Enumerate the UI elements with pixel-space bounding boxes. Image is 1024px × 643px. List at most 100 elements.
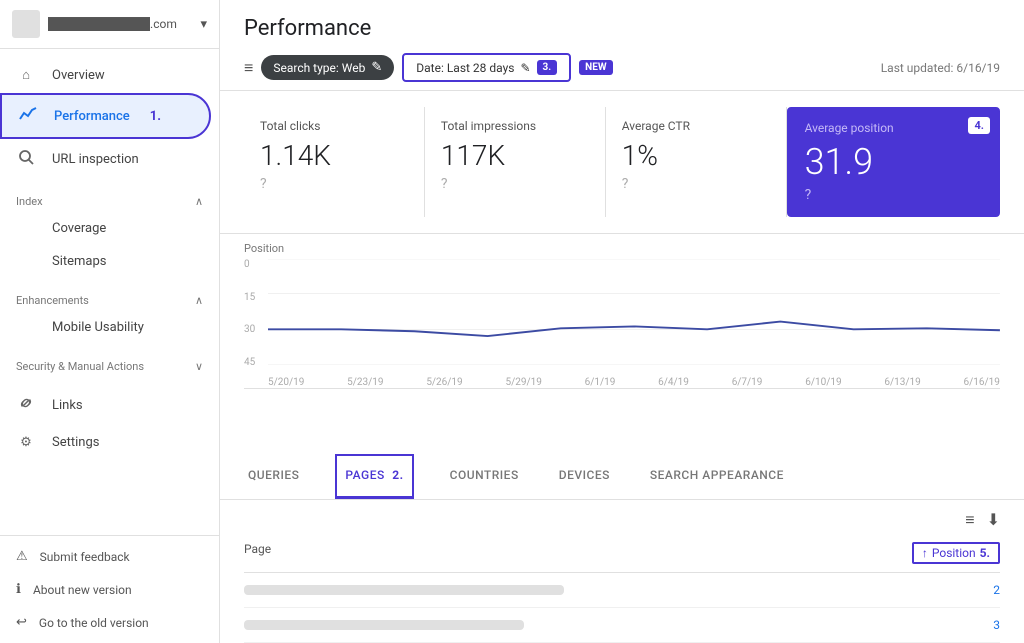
tabs-section: QUERIES PAGES 2. COUNTRIES DEVICES SEARC… bbox=[220, 454, 1024, 500]
table-actions: ≡ ⬇ bbox=[244, 500, 1000, 534]
table-section: ≡ ⬇ Page ↑ Position 5. 2 3 bbox=[220, 500, 1024, 643]
position-col-badge: 5. bbox=[980, 546, 990, 560]
sidebar-footer: ⚠ Submit feedback ℹ About new version ↩ … bbox=[0, 535, 219, 643]
dropdown-icon[interactable]: ▾ bbox=[200, 17, 207, 32]
search-icon bbox=[16, 149, 36, 169]
filters-row: ≡ Search type: Web ✎ Date: Last 28 days … bbox=[244, 53, 1000, 82]
clicks-help[interactable]: ? bbox=[260, 176, 267, 192]
feedback-label: Submit feedback bbox=[40, 550, 130, 564]
pages-badge: 2. bbox=[392, 468, 403, 482]
x-label-3: 5/29/19 bbox=[505, 377, 541, 388]
filter-icon[interactable]: ≡ bbox=[244, 58, 253, 78]
ctr-value: 1% bbox=[622, 139, 770, 172]
tab-pages[interactable]: PAGES 2. bbox=[335, 454, 413, 499]
table-row: 3 bbox=[244, 608, 1000, 643]
x-label-9: 6/16/19 bbox=[964, 377, 1000, 388]
sidebar-item-settings[interactable]: ⚙ Settings bbox=[0, 425, 211, 460]
sidebar-header: ████████████.com ▾ bbox=[0, 0, 219, 49]
sidebar-item-mobile-usability[interactable]: Mobile Usability bbox=[0, 311, 211, 344]
index-section-label: Index ∧ bbox=[0, 179, 219, 212]
enhancements-label: Enhancements bbox=[16, 294, 89, 307]
position-help[interactable]: ? bbox=[805, 187, 812, 203]
links-icon bbox=[16, 395, 36, 415]
x-label-2: 5/26/19 bbox=[426, 377, 462, 388]
row-pos-1: 2 bbox=[993, 583, 1000, 597]
tab-search-appearance[interactable]: SEARCH APPEARANCE bbox=[646, 454, 788, 499]
sidebar-item-performance[interactable]: Performance 1. bbox=[0, 93, 211, 139]
impressions-help[interactable]: ? bbox=[441, 176, 448, 192]
index-chevron[interactable]: ∧ bbox=[195, 195, 203, 208]
main-content: Performance ≡ Search type: Web ✎ Date: L… bbox=[220, 0, 1024, 643]
date-filter[interactable]: Date: Last 28 days ✎ 3. bbox=[402, 53, 571, 82]
position-label: Average position bbox=[805, 121, 982, 135]
sidebar-item-sitemaps[interactable]: Sitemaps bbox=[0, 245, 211, 278]
y-label-0: 0 bbox=[244, 259, 264, 270]
y-label-45: 45 bbox=[244, 357, 264, 368]
overview-label: Overview bbox=[52, 68, 105, 83]
sidebar-item-overview[interactable]: ⌂ Overview bbox=[0, 57, 211, 93]
col-position-header[interactable]: ↑ Position 5. bbox=[912, 542, 1000, 564]
tab-devices[interactable]: DEVICES bbox=[555, 454, 614, 499]
index-label: Index bbox=[16, 195, 43, 208]
old-version-label: Go to the old version bbox=[39, 616, 149, 630]
old-version-item[interactable]: ↩ Go to the old version bbox=[0, 606, 219, 639]
x-label-0: 5/20/19 bbox=[268, 377, 304, 388]
ctr-help[interactable]: ? bbox=[622, 176, 629, 192]
site-domain: ████████████.com bbox=[48, 17, 192, 31]
coverage-label: Coverage bbox=[52, 221, 106, 236]
x-label-7: 6/10/19 bbox=[805, 377, 841, 388]
x-label-8: 6/13/19 bbox=[884, 377, 920, 388]
x-label-5: 6/4/19 bbox=[658, 377, 689, 388]
sidebar-item-links[interactable]: Links bbox=[0, 385, 211, 425]
enhancements-section-label: Enhancements ∧ bbox=[0, 278, 219, 311]
position-value: 31.9 bbox=[805, 141, 982, 183]
filter-table-icon[interactable]: ≡ bbox=[965, 510, 974, 530]
about-new-version-item[interactable]: ℹ About new version bbox=[0, 573, 219, 606]
tab-queries[interactable]: QUERIES bbox=[244, 454, 303, 499]
submit-feedback-item[interactable]: ⚠ Submit feedback bbox=[0, 540, 219, 573]
feedback-icon: ⚠ bbox=[16, 549, 28, 564]
back-icon: ↩ bbox=[16, 615, 27, 630]
col-page-header: Page bbox=[244, 542, 271, 564]
y-label-30: 30 bbox=[244, 324, 264, 335]
impressions-value: 117K bbox=[441, 139, 589, 172]
chart-y-label: Position bbox=[244, 242, 1000, 255]
search-type-label: Search type: Web bbox=[273, 61, 365, 75]
sitemaps-label: Sitemaps bbox=[52, 254, 107, 269]
security-chevron[interactable]: ∨ bbox=[195, 360, 203, 373]
date-label: Date: Last 28 days bbox=[416, 61, 514, 75]
metric-impressions: Total impressions 117K ? bbox=[425, 107, 606, 217]
date-edit-icon: ✎ bbox=[520, 61, 530, 75]
position-badge: 4. bbox=[968, 117, 990, 134]
chart-container: 0 15 30 45 5/20/19 5/23/19 5/26/19 5/29/… bbox=[244, 259, 1000, 389]
metrics-row: Total clicks 1.14K ? Total impressions 1… bbox=[220, 91, 1024, 234]
url-inspection-label: URL inspection bbox=[52, 152, 139, 167]
ctr-label: Average CTR bbox=[622, 119, 770, 133]
main-header: Performance ≡ Search type: Web ✎ Date: L… bbox=[220, 0, 1024, 91]
performance-badge: 1. bbox=[150, 109, 161, 124]
new-badge: NEW bbox=[579, 60, 612, 75]
sidebar-item-url-inspection[interactable]: URL inspection bbox=[0, 139, 211, 179]
impressions-label: Total impressions bbox=[441, 119, 589, 133]
security-section-label[interactable]: Security & Manual Actions ∨ bbox=[0, 344, 219, 377]
row-pos-2: 3 bbox=[993, 618, 1000, 632]
links-label: Links bbox=[52, 398, 83, 413]
sidebar-nav: ⌂ Overview Performance 1. URL inspection bbox=[0, 49, 219, 535]
metric-clicks: Total clicks 1.14K ? bbox=[244, 107, 425, 217]
chart-section: Position 0 15 30 45 5/20/19 5/23/19 bbox=[220, 234, 1024, 454]
about-label: About new version bbox=[33, 583, 132, 597]
table-row: 2 bbox=[244, 573, 1000, 608]
search-type-filter[interactable]: Search type: Web ✎ bbox=[261, 55, 394, 80]
enhancements-chevron[interactable]: ∧ bbox=[195, 294, 203, 307]
y-label-15: 15 bbox=[244, 292, 264, 303]
home-icon: ⌂ bbox=[16, 67, 36, 83]
sort-up-icon: ↑ bbox=[922, 546, 928, 560]
download-icon[interactable]: ⬇ bbox=[987, 510, 1000, 530]
tab-countries[interactable]: COUNTRIES bbox=[446, 454, 523, 499]
settings-icon: ⚙ bbox=[16, 435, 36, 450]
row-url-1[interactable] bbox=[244, 585, 564, 595]
row-url-2[interactable] bbox=[244, 620, 524, 630]
x-label-4: 6/1/19 bbox=[585, 377, 616, 388]
sidebar-item-coverage[interactable]: Coverage bbox=[0, 212, 211, 245]
clicks-label: Total clicks bbox=[260, 119, 408, 133]
